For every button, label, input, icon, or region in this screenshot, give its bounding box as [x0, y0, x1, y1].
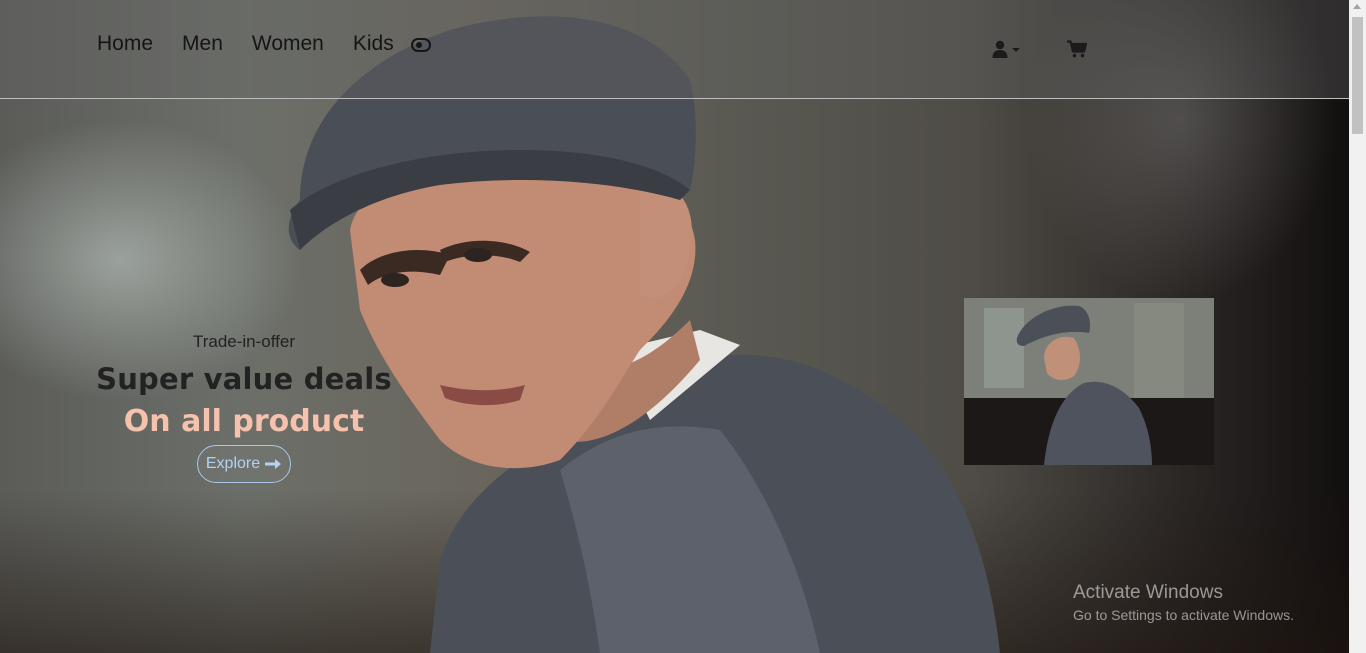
watermark-title: Activate Windows: [1073, 582, 1223, 603]
nav-link-kids[interactable]: Kids: [353, 32, 394, 56]
nav-link-women[interactable]: Women: [252, 32, 324, 56]
hero-text-block: Trade-in-offer Super value deals On all …: [88, 330, 400, 483]
cart-icon: [1067, 40, 1088, 58]
toggle-icon[interactable]: [410, 38, 431, 52]
arrow-right-icon: [265, 459, 282, 469]
page: Home Men Women Kids Trade-in-offer Super…: [0, 0, 1366, 653]
watermark-subtitle: Go to Settings to activate Windows.: [1073, 607, 1294, 623]
user-menu-dropdown[interactable]: [992, 40, 1021, 58]
thumbnail-model-photo: [964, 298, 1214, 465]
nav-link-men[interactable]: Men: [182, 32, 223, 56]
hero-subline: On all product: [123, 404, 365, 439]
hero-headline: Super value deals: [96, 362, 392, 396]
activate-windows-watermark: Activate Windows Go to Settings to activ…: [1073, 582, 1294, 623]
navbar: Home Men Women Kids: [0, 0, 1349, 99]
scroll-up-arrow-icon[interactable]: [1353, 4, 1361, 9]
explore-button-label: Explore: [205, 455, 261, 472]
nav-link-home[interactable]: Home: [97, 32, 153, 56]
hero-kicker: Trade-in-offer: [192, 332, 296, 351]
user-icon: [992, 40, 1008, 58]
cart-button[interactable]: [1067, 40, 1088, 62]
vertical-scrollbar[interactable]: [1349, 0, 1366, 653]
main-nav: Home Men Women Kids: [97, 32, 431, 56]
explore-button[interactable]: Explore: [196, 445, 292, 483]
scrollbar-thumb[interactable]: [1352, 17, 1363, 134]
caret-down-icon: [1012, 48, 1020, 52]
product-thumbnail-image[interactable]: [964, 298, 1214, 465]
